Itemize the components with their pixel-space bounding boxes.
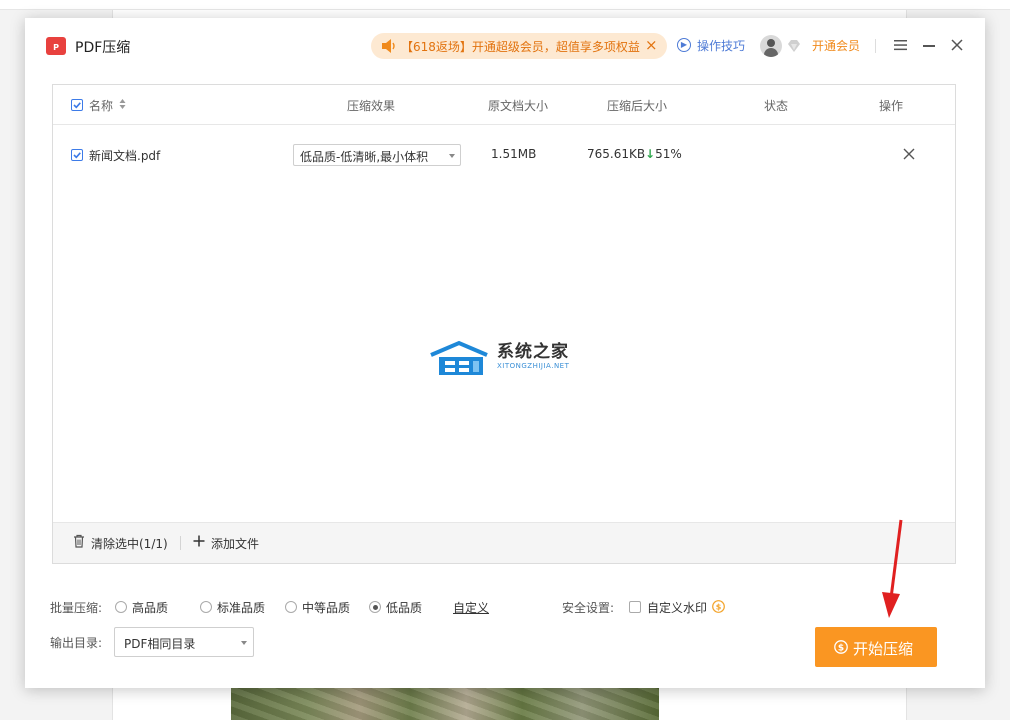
start-compress-label: 开始压缩 xyxy=(853,640,914,658)
file-table: 名称 压缩效果 原文档大小 压缩后大小 状态 操作 新闻文档.pdf 低品质-低… xyxy=(52,84,956,564)
background-photo-texture xyxy=(231,688,659,720)
start-compress-button[interactable]: $ 开始压缩 xyxy=(815,627,937,667)
menu-icon[interactable] xyxy=(894,39,907,51)
ratio-value: 51% xyxy=(655,147,682,161)
minimize-icon[interactable] xyxy=(923,45,935,47)
svg-text:$: $ xyxy=(716,603,722,612)
watermark-name: 系统之家 xyxy=(497,342,569,362)
column-effect: 压缩效果 xyxy=(347,99,396,113)
add-file-button[interactable]: 添加文件 xyxy=(211,535,259,552)
compressed-size: 765.61KB xyxy=(587,147,646,161)
column-action: 操作 xyxy=(879,99,904,113)
vip-coin-icon: $ xyxy=(712,600,725,613)
app-title: PDF压缩 xyxy=(75,40,131,56)
svg-text:P: P xyxy=(53,43,59,52)
close-icon[interactable] xyxy=(950,38,964,52)
row-checkbox[interactable] xyxy=(71,149,83,161)
radio-medium-quality-label[interactable]: 中等品质 xyxy=(302,599,350,616)
output-dir-label: 输出目录: xyxy=(50,636,103,650)
plus-icon[interactable] xyxy=(193,535,205,547)
promo-close-icon[interactable]: × xyxy=(645,36,658,54)
column-original-size: 原文档大小 xyxy=(488,99,549,113)
avatar[interactable] xyxy=(760,35,782,57)
column-compressed-size: 压缩后大小 xyxy=(607,99,668,113)
trash-icon[interactable] xyxy=(73,534,85,548)
chevron-down-icon xyxy=(241,641,247,645)
radio-standard-quality[interactable] xyxy=(200,601,212,613)
custom-watermark-label[interactable]: 自定义水印 xyxy=(647,599,707,616)
background-app-toolbar xyxy=(0,0,1010,10)
radio-medium-quality[interactable] xyxy=(285,601,297,613)
remove-row-icon[interactable] xyxy=(903,148,915,160)
select-all-checkbox[interactable] xyxy=(71,99,83,111)
tips-link[interactable]: 操作技巧 xyxy=(697,37,745,54)
custom-quality-link[interactable]: 自定义 xyxy=(453,599,489,616)
custom-watermark-checkbox[interactable] xyxy=(629,601,641,613)
play-circle-icon[interactable]: ▶ xyxy=(677,38,691,52)
radio-high-quality[interactable] xyxy=(115,601,127,613)
watermark-domain: XITONGZHIJIA.NET xyxy=(497,362,570,370)
file-name: 新闻文档.pdf xyxy=(89,149,161,163)
title-bar: P PDF压缩 【618返场】开通超级会员，超值享多项权益 × ▶ 操作技巧 开… xyxy=(25,18,985,74)
output-dir-value: PDF相同目录 xyxy=(124,637,196,651)
down-arrow-icon: ↓ xyxy=(645,147,656,161)
table-row: 新闻文档.pdf 低品质-低清晰,最小体积 1.51MB 765.61KB ↓5… xyxy=(53,133,955,177)
radio-high-quality-label[interactable]: 高品质 xyxy=(132,599,168,616)
radio-standard-quality-label[interactable]: 标准品质 xyxy=(217,599,265,616)
svg-text:$: $ xyxy=(838,643,844,653)
house-logo-icon xyxy=(430,340,488,375)
open-vip-link[interactable]: 开通会员 xyxy=(812,37,860,54)
batch-compress-label: 批量压缩: xyxy=(50,601,103,615)
quality-select-value: 低品质-低清晰,最小体积 xyxy=(300,150,429,164)
pdf-logo-icon: P xyxy=(46,37,66,55)
clear-selected-button[interactable]: 清除选中(1/1) xyxy=(91,535,168,552)
column-name[interactable]: 名称 xyxy=(89,97,113,114)
security-settings-label: 安全设置: xyxy=(562,601,615,615)
quality-select[interactable]: 低品质-低清晰,最小体积 xyxy=(293,144,461,166)
titlebar-divider xyxy=(875,39,876,53)
speaker-icon xyxy=(382,39,395,53)
sort-icon[interactable] xyxy=(119,98,126,110)
original-size: 1.51MB xyxy=(491,147,537,161)
promo-text[interactable]: 【618返场】开通超级会员，超值享多项权益 xyxy=(401,38,640,55)
chevron-down-icon xyxy=(449,154,455,158)
footer-divider xyxy=(180,536,181,550)
watermark-logo: 系统之家 XITONGZHIJIA.NET xyxy=(429,335,589,383)
coin-icon: $ xyxy=(834,640,848,654)
output-dir-select[interactable]: PDF相同目录 xyxy=(114,627,254,657)
table-header: 名称 压缩效果 原文档大小 压缩后大小 状态 操作 xyxy=(53,85,955,125)
radio-low-quality[interactable] xyxy=(369,601,381,613)
column-status: 状态 xyxy=(764,99,789,113)
radio-low-quality-label[interactable]: 低品质 xyxy=(386,599,422,616)
annotation-red-arrow xyxy=(882,519,903,618)
table-footer-bar: 清除选中(1/1) 添加文件 xyxy=(53,522,955,563)
vip-diamond-icon xyxy=(788,40,800,52)
pdf-compress-dialog: P PDF压缩 【618返场】开通超级会员，超值享多项权益 × ▶ 操作技巧 开… xyxy=(25,18,985,688)
compression-ratio: ↓51% xyxy=(645,147,682,161)
promo-banner[interactable]: 【618返场】开通超级会员，超值享多项权益 × xyxy=(371,33,667,59)
